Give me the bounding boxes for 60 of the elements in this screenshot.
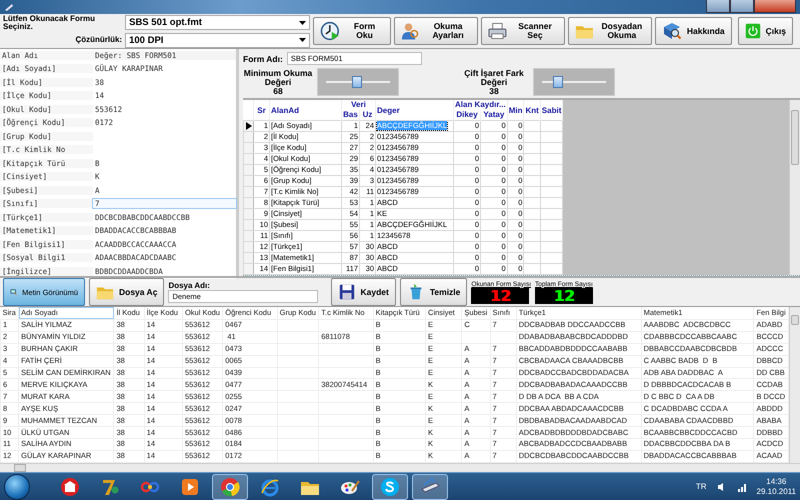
- counter-value: 12: [554, 290, 574, 302]
- toolbar-button[interactable]: Form Oku: [313, 17, 392, 45]
- toolbar-button[interactable]: Hakkında: [654, 17, 732, 45]
- scrollbar-thumb[interactable]: [791, 315, 799, 325]
- toolbar-button[interactable]: Okuma Ayarları: [394, 17, 478, 45]
- clock-date[interactable]: 29.10.2011: [756, 486, 796, 496]
- printer-icon: [488, 21, 507, 41]
- slider-label: Çift İşaret Fark Değeri 38: [463, 68, 525, 96]
- row-header[interactable]: [244, 120, 254, 132]
- person-icon: [401, 21, 420, 41]
- slider[interactable]: [317, 68, 399, 96]
- resolution-dropdown[interactable]: 100 DPI: [125, 32, 310, 48]
- column-header: Knt: [524, 100, 540, 120]
- slider-label: Minimum Okuma Değeri 68: [243, 68, 313, 96]
- toolbar-button[interactable]: Dosyadan Okuma: [568, 17, 652, 45]
- power-icon: [744, 23, 761, 39]
- clock-time[interactable]: 14:36: [766, 476, 786, 486]
- minimize-button[interactable]: [706, 0, 730, 13]
- slider-thumb[interactable]: [553, 76, 563, 88]
- chat-icon[interactable]: [380, 476, 400, 496]
- column-header: Bas: [342, 110, 360, 120]
- counter-value: 12: [490, 290, 511, 302]
- close-button[interactable]: [754, 0, 796, 13]
- start-button[interactable]: [4, 474, 30, 500]
- app-icon: [4, 2, 14, 12]
- globe-icon[interactable]: [260, 476, 280, 496]
- slider[interactable]: [533, 68, 615, 96]
- clock-icon: [320, 21, 340, 41]
- action-button[interactable]: Kaydet: [330, 278, 396, 306]
- signal-icon[interactable]: [736, 482, 747, 492]
- play-icon[interactable]: [180, 476, 200, 496]
- scrollbar-thumb[interactable]: [791, 110, 799, 165]
- column-header: Dikey: [454, 110, 481, 120]
- column-group-header: Alan Kaydır...: [454, 100, 508, 110]
- scrollbar-thumb[interactable]: [14, 464, 26, 472]
- action-button[interactable]: Temizle: [400, 278, 468, 306]
- taskbar-button[interactable]: [212, 474, 248, 500]
- column-header: AlanAd: [270, 100, 342, 120]
- form-name-label: Form Adı:: [243, 54, 283, 62]
- form-select-label: Lütfen Okunacak Formu Seçiniz.: [3, 14, 96, 30]
- slider-thumb[interactable]: [352, 76, 362, 88]
- browser-icon[interactable]: [220, 476, 240, 496]
- maximize-button[interactable]: [730, 0, 754, 13]
- form-dropdown[interactable]: SBS 501 opt.fmt: [125, 15, 310, 30]
- column-header: Min: [507, 100, 524, 120]
- taskbar-button[interactable]: [412, 474, 448, 500]
- column-group-header: Veri: [342, 100, 376, 110]
- taskbar-button[interactable]: [372, 474, 408, 500]
- file-name-label: Dosya Adı:: [168, 282, 211, 290]
- view-button[interactable]: Dosya Aç: [89, 278, 164, 306]
- caret-icon: [299, 38, 306, 42]
- exit-button[interactable]: Çıkış: [738, 17, 793, 45]
- caret-icon: [299, 20, 306, 24]
- column-header: Sr: [254, 100, 270, 120]
- column-header: Uz: [360, 110, 376, 120]
- current-row-icon: [246, 122, 252, 130]
- toolbar-button[interactable]: Scanner Seç: [481, 17, 565, 45]
- column-header: Yatay: [480, 110, 508, 120]
- language-indicator[interactable]: TR: [696, 482, 707, 491]
- resolution-label: Çözünürlük:: [74, 36, 122, 44]
